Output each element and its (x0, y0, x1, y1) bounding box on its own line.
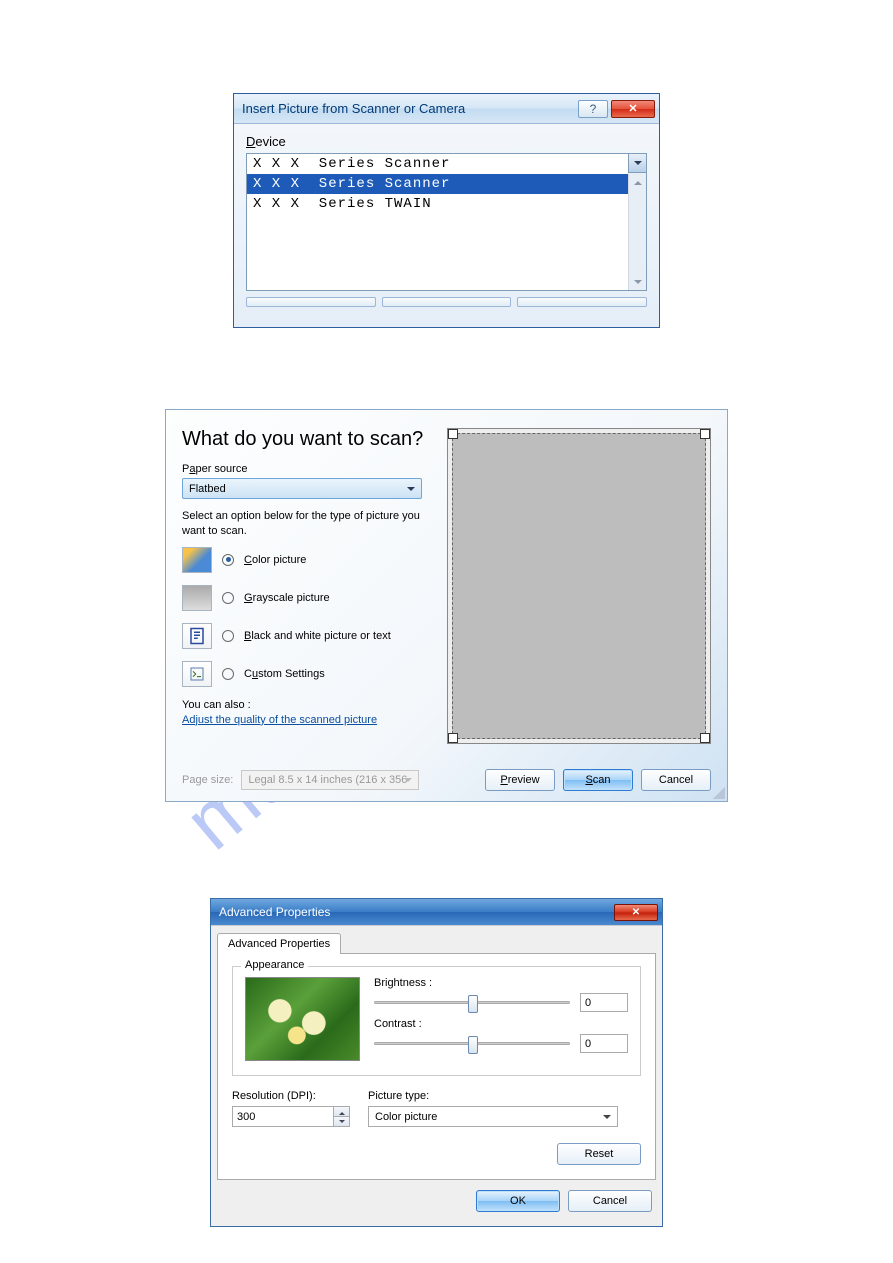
dialog-footer-button[interactable] (246, 297, 376, 307)
device-list-item[interactable]: X X X Series Scanner (247, 154, 628, 174)
page-size-select: Legal 8.5 x 14 inches (216 x 356 (241, 770, 419, 790)
appearance-group: Appearance Brightness : 0 (232, 966, 641, 1076)
spin-up-icon[interactable] (334, 1107, 349, 1117)
reset-button[interactable]: Reset (557, 1143, 641, 1165)
resolution-input[interactable]: 300 (232, 1106, 350, 1127)
cancel-button[interactable]: Cancel (641, 769, 711, 791)
option-label: Black and white picture or text (244, 630, 391, 642)
custom-settings-icon (182, 661, 212, 687)
resize-handle[interactable] (700, 733, 710, 743)
close-icon: ✕ (628, 102, 637, 115)
slider-handle[interactable] (468, 1036, 478, 1054)
brightness-slider[interactable] (374, 1001, 570, 1004)
brightness-label: Brightness : (374, 977, 628, 989)
advanced-properties-dialog: Advanced Properties ✕ Advanced Propertie… (210, 898, 663, 1227)
color-photo-icon (182, 547, 212, 573)
dialog-title: Insert Picture from Scanner or Camera (242, 101, 465, 116)
resolution-value: 300 (237, 1111, 255, 1123)
scan-wizard-dialog: What do you want to scan? Paper source P… (165, 409, 728, 802)
option-color-picture[interactable]: Color picture Color picture (182, 547, 432, 573)
device-list-item[interactable]: X X X Series TWAIN (247, 194, 628, 214)
picture-type-select[interactable]: Color picture (368, 1106, 618, 1127)
adjust-quality-link[interactable]: Adjust the quality of the scanned pictur… (182, 714, 377, 726)
paper-source-label: Paper source (182, 463, 432, 475)
selection-rectangle[interactable] (452, 433, 706, 739)
option-label: Custom Settings (244, 668, 325, 680)
paper-source-value: Flatbed (189, 483, 226, 495)
contrast-slider[interactable] (374, 1042, 570, 1045)
text-page-icon (182, 623, 212, 649)
resolution-label: Resolution (DPI): (232, 1090, 350, 1102)
brightness-value[interactable]: 0 (580, 993, 628, 1012)
device-label: DDeviceevice (246, 134, 286, 149)
radio-color[interactable] (222, 554, 234, 566)
option-bw-picture[interactable]: Black and white picture or text Black an… (182, 623, 432, 649)
scan-title: What do you want to scan? (182, 428, 432, 451)
tab-advanced-properties[interactable]: Advanced Properties (217, 933, 341, 954)
scan-instruction: Select an option below for the type of p… (182, 509, 427, 539)
contrast-label: Contrast : (374, 1018, 628, 1030)
radio-bw[interactable] (222, 630, 234, 642)
scan-preview-area[interactable] (447, 428, 711, 744)
paper-source-select[interactable]: Flatbed (182, 478, 422, 499)
dialog-footer-button[interactable] (382, 297, 512, 307)
ok-button[interactable]: OK (476, 1190, 560, 1212)
dialog-footer-button[interactable] (517, 297, 647, 307)
device-list-item[interactable]: X X X Series Scanner (247, 174, 628, 194)
preview-thumbnail (245, 977, 360, 1061)
picture-type-value: Color picture (375, 1111, 437, 1123)
close-icon: ✕ (632, 907, 640, 918)
radio-custom[interactable] (222, 668, 234, 680)
scroll-down-icon[interactable] (629, 274, 646, 290)
help-button[interactable]: ? (578, 100, 608, 118)
insert-picture-dialog: Insert Picture from Scanner or Camera ? … (233, 93, 660, 328)
cancel-button[interactable]: Cancel (568, 1190, 652, 1212)
page-size-value: Legal 8.5 x 14 inches (216 x 356 (248, 774, 407, 786)
contrast-value[interactable]: 0 (580, 1034, 628, 1053)
picture-type-label: Picture type: (368, 1090, 641, 1102)
resize-grip-icon[interactable] (713, 787, 725, 799)
device-combobox[interactable]: X X X Series Scanner X X X Series Scanne… (246, 153, 647, 291)
close-button[interactable]: ✕ (611, 100, 655, 118)
chevron-down-icon[interactable] (628, 154, 646, 173)
dialog-titlebar[interactable]: Advanced Properties ✕ (211, 899, 662, 925)
resize-handle[interactable] (448, 733, 458, 743)
slider-handle[interactable] (468, 995, 478, 1013)
scroll-up-icon[interactable] (629, 173, 646, 189)
help-icon: ? (590, 102, 597, 116)
option-label: Color picture (244, 554, 306, 566)
radio-grayscale[interactable] (222, 592, 234, 604)
appearance-legend: Appearance (241, 959, 308, 971)
page-size-label: Page size: (182, 774, 233, 786)
close-button[interactable]: ✕ (614, 904, 658, 921)
preview-button[interactable]: Preview (485, 769, 555, 791)
spin-down-icon[interactable] (334, 1117, 349, 1126)
scan-button[interactable]: Scan (563, 769, 633, 791)
resize-handle[interactable] (448, 429, 458, 439)
grayscale-photo-icon (182, 585, 212, 611)
you-can-also-label: You can also : (182, 699, 432, 711)
option-custom-settings[interactable]: Custom Settings Custom Settings (182, 661, 432, 687)
dialog-title: Advanced Properties (219, 905, 330, 919)
resize-handle[interactable] (700, 429, 710, 439)
option-grayscale-picture[interactable]: Grayscale picture Grayscale picture (182, 585, 432, 611)
option-label: Grayscale picture (244, 592, 330, 604)
dialog-titlebar[interactable]: Insert Picture from Scanner or Camera ? … (234, 94, 659, 124)
scrollbar[interactable] (628, 173, 646, 290)
